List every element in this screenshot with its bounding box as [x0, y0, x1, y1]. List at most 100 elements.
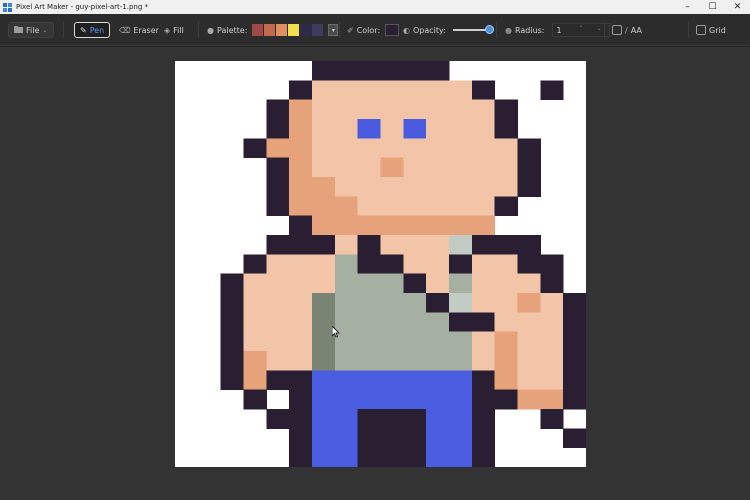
palette-swatch[interactable] — [264, 24, 276, 36]
pixel[interactable] — [449, 196, 473, 217]
pixel[interactable] — [266, 273, 290, 294]
fill-tool-button[interactable]: ◈ Fill — [159, 22, 189, 38]
pixel[interactable] — [266, 312, 290, 333]
pixel[interactable] — [334, 235, 359, 255]
pixel[interactable] — [517, 389, 541, 410]
pixel[interactable] — [471, 351, 496, 371]
increment-icon[interactable]: ⌄ — [597, 25, 602, 32]
pixel[interactable] — [426, 215, 450, 236]
pixel[interactable] — [289, 351, 313, 371]
pixel[interactable] — [312, 447, 336, 467]
pixel[interactable] — [266, 99, 290, 120]
pixel[interactable] — [312, 80, 336, 101]
pixel[interactable] — [494, 351, 518, 371]
pixel[interactable] — [266, 409, 290, 429]
pixel[interactable] — [403, 389, 427, 410]
pixel[interactable] — [312, 157, 336, 178]
pixel[interactable] — [563, 331, 586, 352]
pixel[interactable] — [266, 138, 290, 159]
pixel[interactable] — [243, 254, 267, 275]
pixel[interactable] — [380, 273, 404, 294]
radius-spinbox[interactable]: 1 ⌃ ⌄ — [551, 23, 610, 37]
pixel[interactable] — [449, 312, 473, 333]
pixel[interactable] — [471, 235, 496, 255]
pixel[interactable] — [426, 312, 450, 333]
pixel[interactable] — [540, 331, 564, 352]
pixel[interactable] — [380, 254, 404, 275]
pixel[interactable] — [380, 215, 404, 236]
pixel[interactable] — [243, 312, 267, 333]
pixel[interactable] — [380, 157, 404, 178]
pixel[interactable] — [471, 99, 496, 120]
pixel[interactable] — [449, 119, 473, 139]
pixel[interactable] — [380, 99, 404, 120]
pixel[interactable] — [357, 389, 381, 410]
pixel[interactable] — [243, 389, 267, 410]
pixel[interactable] — [380, 370, 404, 391]
pixel[interactable] — [449, 370, 473, 391]
pixel[interactable] — [380, 312, 404, 333]
palette-dropdown-button[interactable]: ▾ — [328, 24, 339, 36]
pixel[interactable] — [403, 119, 427, 139]
pixel[interactable] — [334, 254, 359, 275]
pixel[interactable] — [517, 273, 541, 294]
pixel[interactable] — [312, 254, 336, 275]
minimize-button[interactable]: – — [675, 0, 700, 14]
pixel[interactable] — [471, 138, 496, 159]
pixel[interactable] — [517, 312, 541, 333]
pixel[interactable] — [494, 99, 518, 120]
pixel[interactable] — [494, 312, 518, 333]
pixel[interactable] — [357, 447, 381, 467]
pixel[interactable] — [266, 351, 290, 371]
pixel[interactable] — [380, 61, 404, 81]
pixel[interactable] — [312, 215, 336, 236]
pixel[interactable] — [494, 273, 518, 294]
pixel[interactable] — [243, 370, 267, 391]
pixel[interactable] — [334, 351, 359, 371]
pixel[interactable] — [380, 138, 404, 159]
pixel[interactable] — [289, 196, 313, 217]
pixel[interactable] — [380, 177, 404, 197]
pixel[interactable] — [471, 273, 496, 294]
pixel[interactable] — [289, 80, 313, 101]
pixel[interactable] — [403, 157, 427, 178]
pixel[interactable] — [357, 215, 381, 236]
pixel[interactable] — [289, 254, 313, 275]
pixel[interactable] — [289, 273, 313, 294]
pixel[interactable] — [334, 370, 359, 391]
pixel[interactable] — [312, 138, 336, 159]
pixel[interactable] — [494, 177, 518, 197]
pixel[interactable] — [471, 177, 496, 197]
pixel[interactable] — [357, 138, 381, 159]
pixel[interactable] — [563, 293, 586, 313]
pixel[interactable] — [494, 254, 518, 275]
pixel[interactable] — [449, 138, 473, 159]
pixel[interactable] — [380, 351, 404, 371]
pixel[interactable] — [334, 80, 359, 101]
pixel[interactable] — [312, 273, 336, 294]
pixel[interactable] — [449, 428, 473, 449]
pixel[interactable] — [403, 428, 427, 449]
pixel[interactable] — [449, 409, 473, 429]
pixel-art-canvas[interactable] — [175, 61, 586, 467]
pixel[interactable] — [494, 389, 518, 410]
pixel[interactable] — [312, 177, 336, 197]
pixel[interactable] — [334, 409, 359, 429]
pixel[interactable] — [471, 119, 496, 139]
pixel[interactable] — [266, 254, 290, 275]
pixel[interactable] — [312, 409, 336, 429]
pixel[interactable] — [517, 138, 541, 159]
pixel[interactable] — [403, 61, 427, 81]
antialias-toggle[interactable]: / AA — [612, 22, 642, 38]
pixel[interactable] — [426, 370, 450, 391]
pixel[interactable] — [517, 254, 541, 275]
pixel[interactable] — [243, 331, 267, 352]
pixel[interactable] — [266, 196, 290, 217]
pixel[interactable] — [312, 61, 336, 81]
pixel[interactable] — [540, 351, 564, 371]
pixel[interactable] — [312, 119, 336, 139]
pixel[interactable] — [357, 331, 381, 352]
pixel[interactable] — [517, 235, 541, 255]
pixel[interactable] — [334, 447, 359, 467]
pixel[interactable] — [403, 254, 427, 275]
